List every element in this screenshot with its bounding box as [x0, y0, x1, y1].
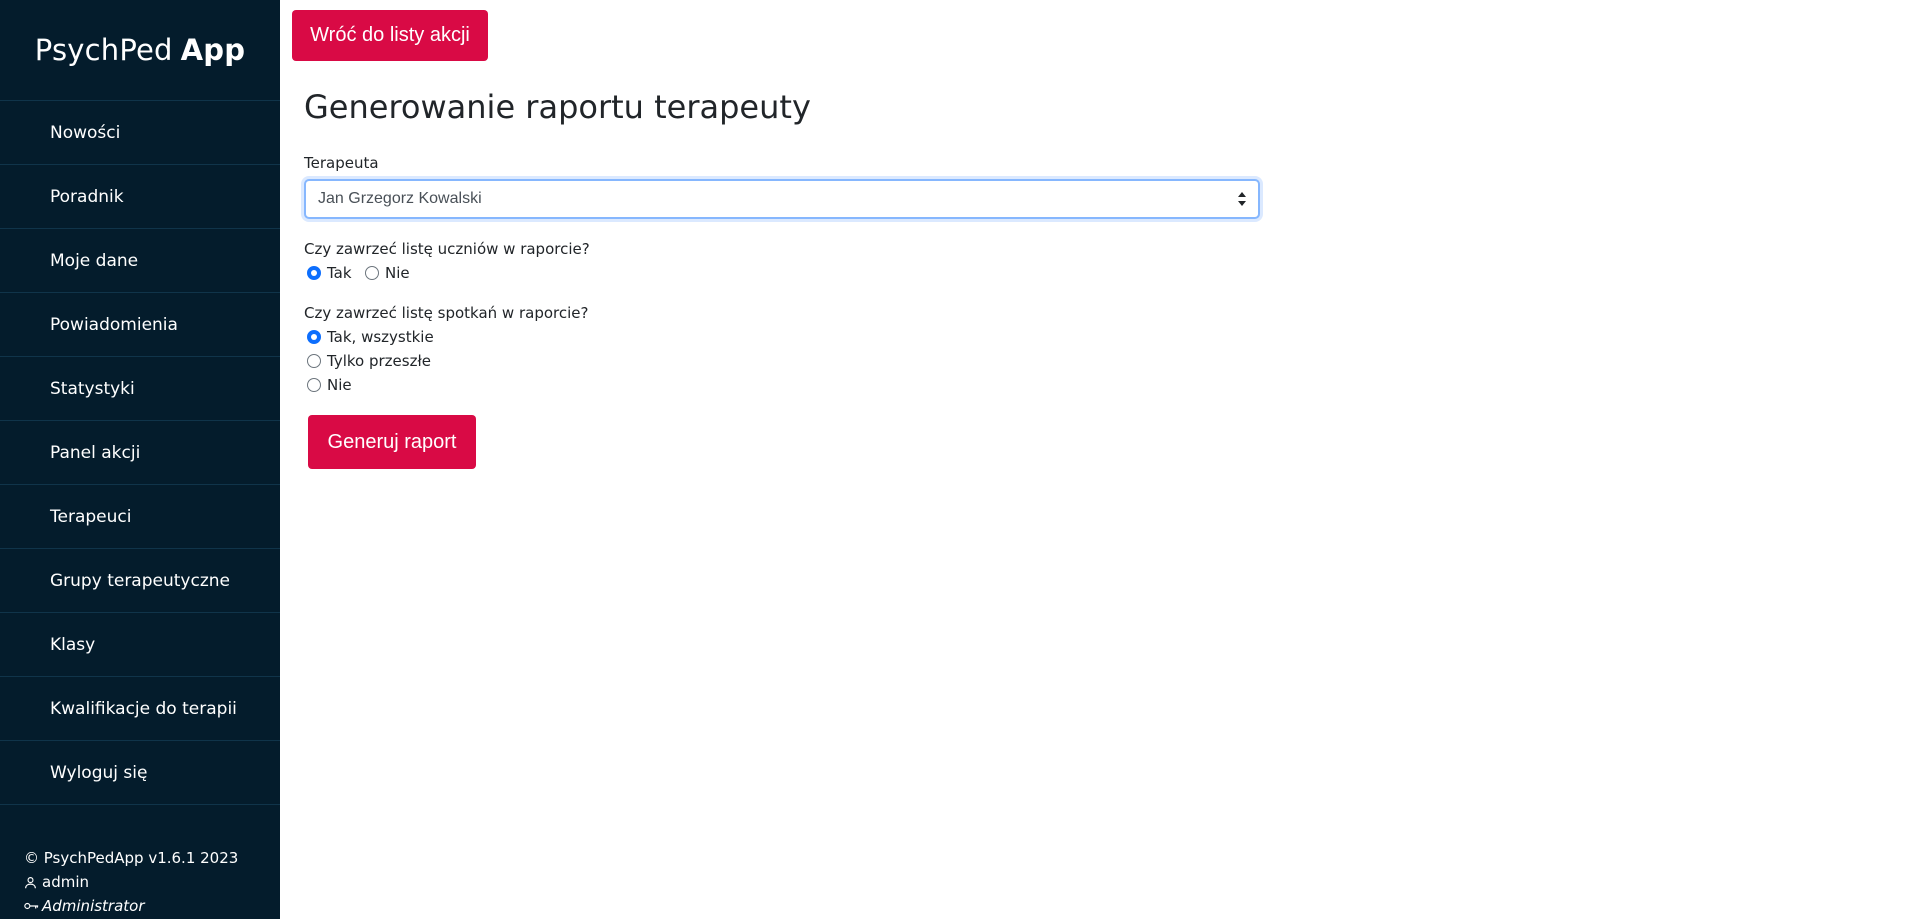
select-arrows-icon [1238, 192, 1246, 206]
meetings-option-past[interactable]: Tylko przeszłe [307, 352, 431, 370]
sidebar-item-panel-akcji[interactable]: Panel akcji [0, 421, 280, 485]
sidebar-item-label: Kwalifikacje do terapii [50, 698, 237, 719]
sidebar-item-powiadomienia[interactable]: Powiadomienia [0, 293, 280, 357]
sidebar-item-kwalifikacje[interactable]: Kwalifikacje do terapii [0, 677, 280, 741]
sidebar-item-moje-dane[interactable]: Moje dane [0, 229, 280, 293]
sidebar-item-poradnik[interactable]: Poradnik [0, 165, 280, 229]
radio-unchecked-icon[interactable] [307, 378, 321, 392]
sidebar-item-klasy[interactable]: Klasy [0, 613, 280, 677]
meetings-option-label: Tylko przeszłe [327, 352, 431, 370]
sidebar-item-label: Nowości [50, 122, 121, 143]
sidebar-item-label: Klasy [50, 634, 96, 655]
therapist-label: Terapeuta [304, 154, 379, 172]
sidebar-item-grupy-terapeutyczne[interactable]: Grupy terapeutyczne [0, 549, 280, 613]
radio-checked-icon[interactable] [307, 330, 321, 344]
generate-report-button[interactable]: Generuj raport [308, 415, 476, 469]
radio-unchecked-icon[interactable] [365, 266, 379, 280]
students-option-label: Nie [385, 264, 410, 282]
students-option-nie[interactable]: Nie [365, 264, 410, 282]
sidebar-item-label: Panel akcji [50, 442, 141, 463]
sidebar: PsychPed App Nowości Poradnik Moje dane … [0, 0, 280, 919]
current-role: Administrator [24, 894, 238, 918]
sidebar-item-label: Wyloguj się [50, 762, 148, 783]
sidebar-item-label: Poradnik [50, 186, 124, 207]
students-question: Czy zawrzeć listę uczniów w raporcie? [304, 240, 590, 258]
brand-logo[interactable]: PsychPed App [0, 0, 280, 100]
meetings-option-label: Tak, wszystkie [327, 328, 434, 346]
sidebar-item-statystyki[interactable]: Statystyki [0, 357, 280, 421]
meetings-option-none[interactable]: Nie [307, 376, 352, 394]
sidebar-item-label: Terapeuci [50, 506, 132, 527]
user-name: admin [42, 873, 89, 891]
sidebar-item-wyloguj[interactable]: Wyloguj się [0, 741, 280, 805]
current-user: admin [24, 870, 238, 894]
sidebar-footer: © PsychPedApp v1.6.1 2023 admin Administ… [24, 846, 238, 918]
user-role: Administrator [42, 897, 145, 915]
meetings-option-all[interactable]: Tak, wszystkie [307, 328, 434, 346]
copyright: © PsychPedApp v1.6.1 2023 [24, 849, 239, 867]
key-icon [24, 901, 42, 911]
radio-checked-icon[interactable] [307, 266, 321, 280]
meetings-option-label: Nie [327, 376, 352, 394]
sidebar-item-label: Grupy terapeutyczne [50, 570, 230, 591]
sidebar-nav: Nowości Poradnik Moje dane Powiadomienia… [0, 100, 280, 805]
back-to-actions-button[interactable]: Wróć do listy akcji [292, 10, 488, 61]
sidebar-item-label: Statystyki [50, 378, 135, 399]
user-icon [24, 876, 42, 889]
therapist-select[interactable]: Jan Grzegorz Kowalski [304, 179, 1260, 219]
students-option-label: Tak [327, 264, 352, 282]
sidebar-item-terapeuci[interactable]: Terapeuci [0, 485, 280, 549]
main-content: Wróć do listy akcji Generowanie raportu … [280, 0, 1920, 919]
brand-name-light: PsychPed [34, 33, 173, 67]
brand-name-bold: App [180, 33, 246, 67]
meetings-question: Czy zawrzeć listę spotkań w raporcie? [304, 304, 589, 322]
sidebar-item-nowosci[interactable]: Nowości [0, 101, 280, 165]
therapist-select-value: Jan Grzegorz Kowalski [318, 190, 482, 207]
radio-unchecked-icon[interactable] [307, 354, 321, 368]
students-option-tak[interactable]: Tak [307, 264, 352, 282]
sidebar-item-label: Powiadomienia [50, 314, 178, 335]
page-title: Generowanie raportu terapeuty [304, 88, 811, 126]
sidebar-item-label: Moje dane [50, 250, 139, 271]
